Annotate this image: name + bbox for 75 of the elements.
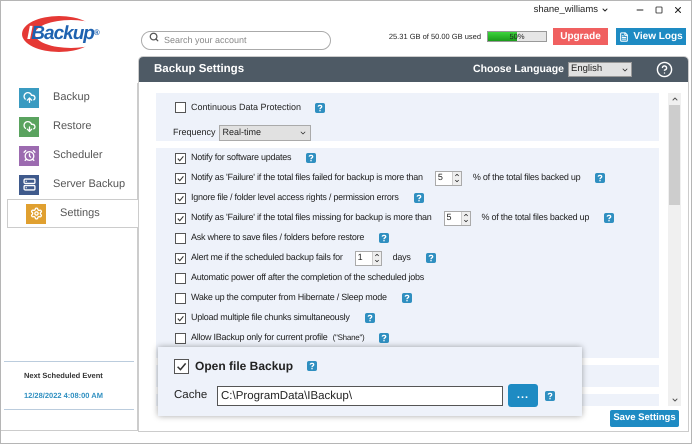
- cloud-download-icon: [19, 116, 39, 136]
- search-icon: [149, 32, 159, 42]
- maximize-icon[interactable]: [655, 6, 663, 14]
- frequency-select[interactable]: Real-time: [218, 124, 311, 140]
- checkbox[interactable]: [174, 358, 189, 374]
- number-spinner[interactable]: 5: [434, 170, 462, 186]
- frequency-label: Frequency: [173, 126, 216, 139]
- checkbox[interactable]: [175, 212, 186, 224]
- help-icon[interactable]: [604, 213, 614, 223]
- help-icon[interactable]: [595, 173, 606, 183]
- help-icon[interactable]: [379, 333, 390, 343]
- language-select[interactable]: English: [568, 62, 632, 77]
- nav-item[interactable]: Server Backup: [1, 170, 137, 199]
- help-icon[interactable]: [315, 102, 326, 113]
- caret-icon: [621, 66, 629, 74]
- nav-item[interactable]: Settings: [7, 199, 138, 228]
- option-label: Notify for software updates: [191, 151, 292, 164]
- help-icon[interactable]: [545, 390, 555, 400]
- nav-item[interactable]: Backup: [1, 83, 137, 112]
- option-label: Notify as 'Failure' if the total files missing for backup is more than: [191, 211, 432, 224]
- option-label: Upload multiple file chunks simultaneously: [191, 311, 350, 324]
- option-label: Ignore file / folder level access rights / permission errors: [191, 191, 399, 204]
- option-label: Automatic power off after the completion of the scheduled jobs: [191, 271, 424, 284]
- language-label: Choose Language: [472, 62, 564, 77]
- open-file-label: Open file Backup: [195, 358, 294, 375]
- nav-item[interactable]: Scheduler: [1, 141, 137, 170]
- checkbox[interactable]: [175, 252, 186, 264]
- option-label: Ask where to save files / folders before restore: [191, 231, 364, 244]
- checkbox[interactable]: [175, 312, 186, 324]
- browse-button[interactable]: ...: [508, 384, 538, 407]
- option-label: Allow IBackup only for current profile: [191, 331, 328, 344]
- checkbox[interactable]: [175, 152, 186, 164]
- option-suffix: % of the total files backed up: [472, 171, 580, 184]
- option-suffix: % of the total files backed up: [482, 211, 590, 224]
- help-icon[interactable]: [379, 233, 390, 243]
- option-label: Wake up the computer from Hibernate / Sleep mode: [191, 291, 387, 304]
- save-settings-button[interactable]: Save Settings: [610, 410, 679, 427]
- scrollbar[interactable]: [668, 93, 681, 406]
- nav-item[interactable]: Restore: [1, 112, 137, 141]
- cache-label: Cache: [174, 388, 208, 403]
- search-field[interactable]: Search your account: [141, 30, 331, 50]
- checkbox[interactable]: [175, 292, 186, 304]
- scroll-down-icon[interactable]: [670, 396, 678, 404]
- scroll-up-icon[interactable]: [670, 95, 678, 103]
- help-icon[interactable]: [414, 193, 424, 203]
- checkbox[interactable]: [175, 102, 186, 114]
- help-icon[interactable]: [364, 313, 375, 323]
- number-spinner[interactable]: 5: [444, 210, 471, 226]
- clock-icon: [19, 146, 39, 166]
- cloud-upload-icon: [19, 88, 39, 108]
- view-logs-button[interactable]: View Logs: [616, 28, 686, 45]
- option-suffix: days: [392, 251, 411, 264]
- help-icon[interactable]: [656, 61, 673, 78]
- help-icon[interactable]: [426, 253, 436, 263]
- close-icon[interactable]: [673, 5, 683, 15]
- username-menu[interactable]: shane_williams: [534, 2, 598, 18]
- panel-title: Backup Settings: [154, 62, 244, 77]
- help-icon[interactable]: [402, 293, 412, 303]
- number-spinner[interactable]: 1: [354, 250, 382, 266]
- help-icon[interactable]: [306, 153, 316, 163]
- cache-path-field[interactable]: C:\ProgramData\IBackup\: [217, 386, 503, 406]
- option-note: ("Shane"): [332, 332, 364, 344]
- settings-icon: [26, 204, 46, 224]
- caret-icon[interactable]: [601, 6, 609, 14]
- option-label: Notify as 'Failure' if the total files failed for backup is more than: [191, 171, 423, 184]
- server-icon: [19, 174, 39, 194]
- option-label: Alert me if the scheduled backup fails for: [191, 251, 343, 264]
- checkbox[interactable]: [175, 192, 186, 204]
- checkbox[interactable]: [175, 232, 186, 244]
- checkbox[interactable]: [175, 332, 186, 344]
- checkbox[interactable]: [175, 172, 186, 184]
- document-icon: [619, 32, 630, 42]
- option-label: Continuous Data Protection: [191, 101, 302, 114]
- checkbox[interactable]: [175, 272, 186, 284]
- help-icon[interactable]: [307, 361, 318, 371]
